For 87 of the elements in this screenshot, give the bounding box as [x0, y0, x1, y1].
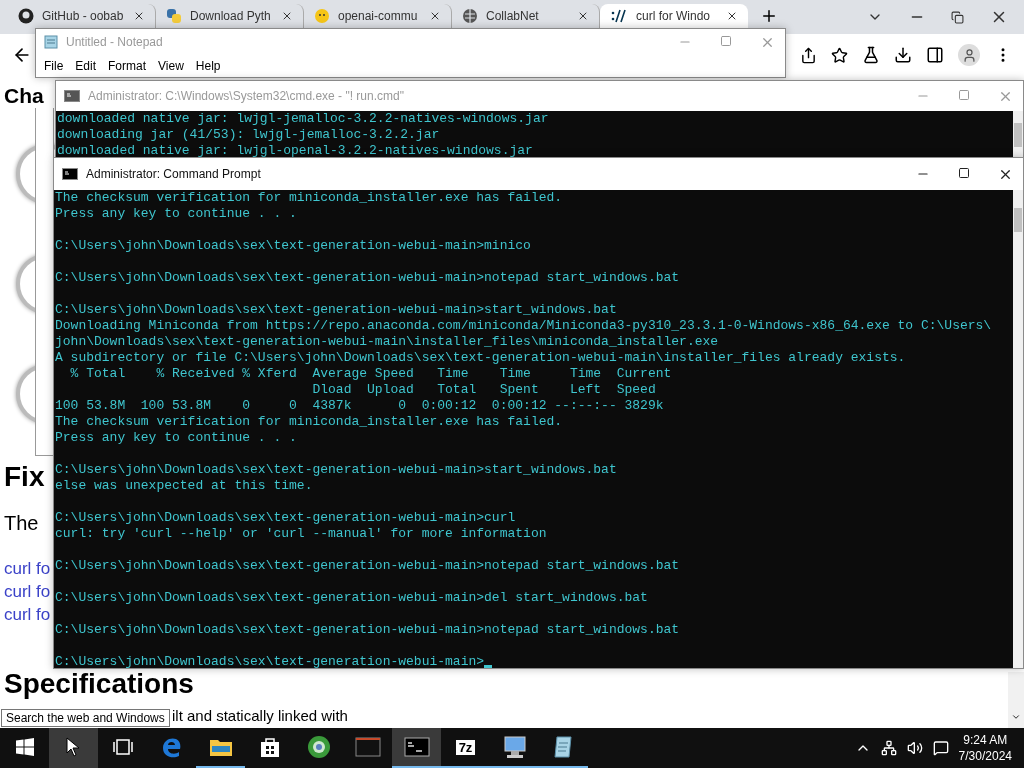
console-line: Press any key to continue . . . — [55, 206, 297, 222]
windows-logo-icon — [15, 738, 34, 756]
close-icon[interactable] — [429, 10, 441, 22]
page-link[interactable]: curl fo — [4, 580, 51, 603]
close-icon[interactable] — [133, 10, 145, 22]
paragraph-text: The — [4, 511, 39, 535]
share-button[interactable] — [800, 46, 817, 64]
notepad-icon — [44, 35, 58, 49]
date-text: 7/30/2024 — [958, 748, 1012, 764]
paragraph-text: ilt and statically linked with — [172, 708, 348, 724]
close-icon[interactable] — [726, 10, 738, 22]
menu-item[interactable]: Format — [104, 59, 151, 73]
notepad-icon — [552, 735, 575, 759]
page-link[interactable]: curl fo — [4, 557, 51, 580]
console-line: john\Downloads\sex\text-generation-webui-main\installer_files\miniconda_installer.exe — [55, 334, 719, 350]
maximize-button[interactable] — [958, 166, 970, 179]
menu-item[interactable]: File — [40, 59, 68, 73]
console-line: C:\Users\john\Downloads\sex\text-generation-webui-main>notepad start_windows.bat — [55, 270, 680, 286]
console-line: C:\Users\john\Downloads\sex\text-generation-webui-main>notepad start_windows.bat — [55, 622, 680, 638]
terminal-icon — [403, 737, 430, 757]
page-link[interactable]: curl fo — [4, 603, 51, 626]
console-line: The checksum verification for miniconda_installer.exe has failed. — [55, 414, 563, 430]
person-icon — [961, 47, 977, 63]
console-line: downloaded native jar: lwjgl-jemalloc-3.2.2-natives-windows.jar — [57, 111, 549, 127]
globe-icon — [462, 8, 478, 24]
app-window-icon — [354, 736, 381, 758]
flask-button[interactable] — [862, 46, 880, 64]
smiley-icon — [314, 8, 330, 24]
console-line: else was unexpected at this time. — [55, 478, 313, 494]
restore-button[interactable] — [951, 10, 964, 24]
taskbar-button[interactable] — [392, 728, 441, 768]
console-line: C:\Users\john\Downloads\sex\text-generation-webui-main>minico — [55, 238, 531, 254]
time-text: 9:24 AM — [963, 732, 1008, 748]
console-line: C:\Users\john\Downloads\sex\text-generation-webui-main>notepad start_windows.bat — [55, 558, 680, 574]
console-line: C:\Users\john\Downloads\sex\text-generation-webui-main>curl — [55, 510, 516, 526]
clock[interactable]: 9:24 AM 7/30/2024 — [958, 732, 1012, 764]
volume-icon[interactable] — [906, 740, 923, 756]
scroll-down-button[interactable] — [1011, 712, 1021, 722]
browser-e-icon — [160, 736, 183, 758]
notification-icon[interactable] — [932, 740, 949, 756]
console-line: C:\Users\john\Downloads\sex\text-generation-webui-main>start_windows.bat — [55, 462, 617, 478]
menu-item[interactable]: View — [154, 59, 188, 73]
task-view-icon — [111, 739, 134, 755]
console-line: downloaded native jar: lwjgl-openal-3.2.2-natives-windows.jar — [57, 143, 533, 157]
text-cursor — [484, 665, 493, 668]
section-heading: Fix — [4, 462, 45, 491]
pointer-cursor-icon — [65, 737, 82, 757]
archive-app-icon: 7z — [455, 739, 476, 755]
console-line: C:\Users\john\Downloads\sex\text-generation-webui-main>del start_windows.bat — [55, 590, 648, 606]
computer-icon — [501, 735, 528, 759]
browser-tab[interactable]: curl for Windo — [600, 4, 748, 28]
new-tab-button[interactable] — [760, 7, 778, 25]
orb-icon — [306, 735, 331, 759]
download-button[interactable] — [894, 46, 912, 64]
console-line: A subdirectory or file C:\Users\john\Downloads\sex\text-generation-webui-main\installer_files already exists. — [55, 350, 906, 366]
console-icon — [62, 168, 78, 180]
console-icon — [64, 90, 80, 102]
close-icon[interactable] — [281, 10, 293, 22]
bookmark-button[interactable] — [831, 46, 848, 64]
close-icon[interactable] — [577, 10, 589, 22]
console-line: curl: try 'curl --help' or 'curl --manual' for more information — [55, 526, 547, 542]
network-icon[interactable] — [880, 740, 897, 756]
console-line: C:\Users\john\Downloads\sex\text-generation-webui-main>start_windows.bat — [55, 302, 617, 318]
console-line: downloading jar (41/53): lwjgl-jemalloc-3.2.2.jar — [57, 127, 440, 143]
tooltip: Search the web and Windows — [1, 709, 170, 727]
taskbar-button[interactable]: 7z — [441, 728, 490, 768]
taskbar-button[interactable] — [49, 728, 98, 768]
menu-item[interactable]: Help — [191, 59, 225, 73]
side-panel-button[interactable] — [926, 46, 944, 64]
console-line: Dload Upload Total Spent Left Speed — [311, 382, 656, 398]
console-line: The checksum verification for miniconda_installer.exe has failed. — [55, 190, 563, 206]
console-line: % Total % Received % Xferd Average Speed Time Time Time Current — [69, 366, 672, 382]
window-title: Administrator: Command Prompt — [86, 167, 262, 181]
slashes-icon — [610, 8, 628, 24]
menu-item[interactable]: Edit — [71, 59, 101, 73]
scrollbar — [1013, 111, 1023, 157]
profile-button[interactable] — [958, 44, 980, 66]
window-title: Untitled - Notepad — [66, 35, 164, 49]
window-title: Administrator: C:\Windows\System32\cmd.exe - "! run.cmd" — [88, 89, 405, 103]
console-line: Press any key to continue . . . — [55, 430, 297, 446]
console-line: Downloading Miniconda from https://repo.anaconda.com/miniconda/Miniconda3-py310_23.3.1-0-Windows-x86_64.exe to C:\Users\ — [55, 318, 992, 334]
section-heading: Specifications — [4, 669, 194, 698]
console-line: C:\Users\john\Downloads\sex\text-generation-webui-main> — [55, 654, 493, 668]
shopping-bag-icon — [258, 736, 281, 758]
section-heading: Cha — [4, 84, 44, 108]
folder-icon — [208, 737, 233, 757]
console-line: 100 53.8M 100 53.8M 0 0 4387k 0 0:00:12 0:00:12 --:--:-- 3829k — [55, 398, 664, 414]
